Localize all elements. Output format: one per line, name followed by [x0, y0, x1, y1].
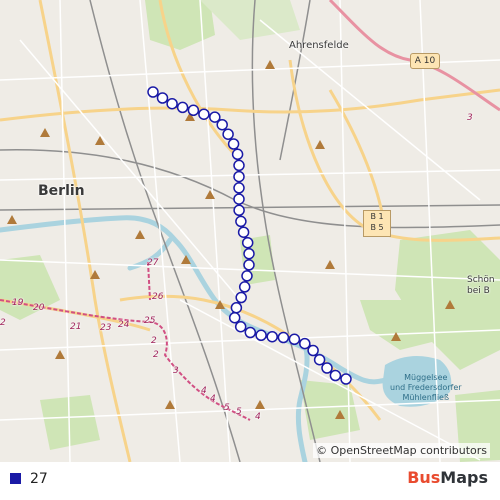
- brand-part-bus: Bus: [407, 468, 441, 487]
- bus-stop-marker[interactable]: [147, 86, 159, 98]
- district-label-ahrensfelde: Ahrensfelde: [289, 40, 349, 51]
- route-number-label: 2: [0, 318, 6, 328]
- bus-stop-marker[interactable]: [228, 311, 241, 324]
- east-label-line2: bei B: [467, 286, 490, 296]
- route-color-swatch: [10, 473, 21, 484]
- bus-stop-marker[interactable]: [233, 193, 245, 205]
- bus-stop-marker[interactable]: [243, 247, 255, 260]
- route-number-label: 4: [255, 412, 261, 422]
- attribution-text: © OpenStreetMap contributors: [316, 444, 487, 457]
- map-attribution[interactable]: © OpenStreetMap contributors: [313, 443, 490, 458]
- bus-stop-marker[interactable]: [238, 281, 251, 293]
- route-number-label: 4: [201, 386, 207, 396]
- east-label-line1: Schön: [467, 275, 495, 285]
- route-number-label: 3: [467, 113, 473, 123]
- bus-stop-marker[interactable]: [235, 291, 247, 304]
- bus-stop-marker[interactable]: [277, 331, 290, 344]
- bus-stop-marker[interactable]: [166, 97, 178, 110]
- city-label-berlin: Berlin: [38, 183, 85, 199]
- district-label-east: Schön bei B: [467, 275, 495, 297]
- bus-stop-marker[interactable]: [307, 344, 319, 357]
- lake-label: Müggelsee und Fredersdorfer Mühlenfließ: [390, 373, 462, 403]
- bus-stop-marker[interactable]: [329, 369, 342, 382]
- bus-stop-marker[interactable]: [187, 104, 200, 117]
- route-number-label: 4: [210, 394, 216, 404]
- route-number-label: 26: [152, 292, 164, 302]
- bus-stop-marker[interactable]: [266, 330, 278, 343]
- bus-stop-marker[interactable]: [235, 215, 247, 228]
- bus-stop-marker[interactable]: [234, 320, 247, 333]
- legend-footer: 27 BusMaps: [0, 462, 500, 500]
- bus-stop-marker[interactable]: [340, 373, 352, 385]
- bus-stop-marker[interactable]: [241, 236, 254, 249]
- bus-stop-marker[interactable]: [299, 337, 311, 350]
- bus-stop-marker[interactable]: [233, 204, 245, 217]
- bus-stop-marker[interactable]: [233, 182, 245, 194]
- lake-label-line1: Müggelsee: [404, 373, 448, 382]
- route-number-label: 21: [70, 322, 82, 332]
- brand-part-maps: Maps: [440, 468, 488, 487]
- bus-stop-marker[interactable]: [176, 101, 189, 114]
- route-number-label: 2: [151, 336, 157, 346]
- route-label: 27: [30, 471, 48, 487]
- route-number-label: 27: [147, 258, 159, 268]
- bus-stop-marker[interactable]: [216, 118, 228, 131]
- route-number-label: 20: [33, 303, 45, 313]
- road-shield-a10: A 10: [410, 53, 440, 69]
- road-shield-b1-b5: B 1 B 5: [363, 210, 391, 237]
- bus-stop-marker[interactable]: [255, 329, 267, 342]
- route-number-label: 2: [153, 350, 159, 360]
- bus-stop-marker[interactable]: [313, 353, 326, 366]
- bus-stop-marker[interactable]: [237, 226, 250, 238]
- bus-stop-marker[interactable]: [222, 128, 234, 140]
- bus-stop-marker[interactable]: [288, 333, 301, 346]
- route-number-label: 5: [236, 407, 242, 417]
- bus-stop-marker[interactable]: [321, 362, 333, 374]
- bus-stop-marker[interactable]: [233, 170, 245, 183]
- route-number-label: 25: [144, 316, 156, 326]
- map-view[interactable]: Berlin Ahrensfelde Schön bei B Müggelsee…: [0, 0, 500, 462]
- bus-stop-marker[interactable]: [244, 326, 257, 339]
- lake-label-line3: Mühlenfließ: [402, 393, 450, 402]
- bus-stop-marker[interactable]: [233, 159, 245, 172]
- busmaps-logo[interactable]: BusMaps: [407, 468, 488, 487]
- bus-stop-marker[interactable]: [156, 92, 169, 104]
- bus-stop-marker[interactable]: [227, 138, 240, 150]
- route-number-label: 3: [173, 366, 179, 376]
- lake-label-line2: und Fredersdorfer: [390, 383, 462, 392]
- route-number-label: 24: [118, 320, 130, 330]
- route-number-label: 23: [100, 323, 112, 333]
- bus-stop-marker[interactable]: [230, 301, 243, 314]
- bus-stop-marker[interactable]: [241, 270, 253, 282]
- bus-stop-marker[interactable]: [243, 259, 255, 271]
- route-number-label: 19: [12, 298, 24, 308]
- bus-stop-marker[interactable]: [198, 108, 210, 120]
- route-number-label: 5: [224, 403, 230, 413]
- shield-line2: B 5: [370, 223, 384, 232]
- shield-line1: B 1: [370, 212, 384, 221]
- bus-stop-marker[interactable]: [231, 148, 244, 161]
